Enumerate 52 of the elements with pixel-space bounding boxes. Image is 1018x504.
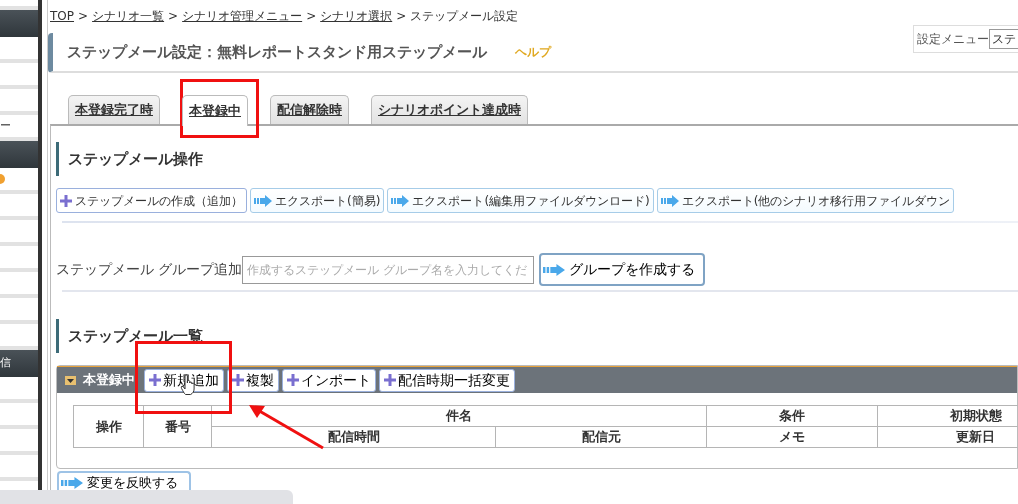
export-button[interactable]: エクスポート(簡易) [250,188,385,213]
column-header: 初期状態 [877,405,1018,427]
plus-icon [232,374,244,386]
tab[interactable]: 本登録完了時 [68,95,160,124]
sidebar-item-text: ー [0,117,11,134]
column-header: 操作 [73,405,144,448]
settings-menu-select[interactable]: ステ [989,29,1018,49]
plus-icon [149,374,161,386]
import-button[interactable]: インポート [282,368,376,392]
create-group-button[interactable]: グループを作成する [539,253,706,286]
breadcrumb-separator: > [168,9,179,23]
plus-icon [60,194,72,207]
group-name-field[interactable]: 作成するステップメール グループ名を入力してくだ [242,255,535,284]
tab[interactable]: 配信解除時 [270,95,349,124]
breadcrumb-separator: > [396,9,407,23]
column-header: 件名 [211,405,707,427]
breadcrumb-separator: > [306,9,317,23]
column-header: 番号 [143,405,212,448]
bulk-change-button[interactable]: 配信時期一括変更 [379,368,515,392]
page-title: ステップメール設定：無料レポートスタンド用ステップメール [67,41,487,63]
settings-menu-label: 設定メニュー [917,31,989,48]
arrow-icon [543,263,566,276]
breadcrumb-link[interactable]: シナリオ選択 [320,9,393,23]
tab[interactable]: 本登録中 [182,95,248,126]
collapse-caret-icon[interactable] [65,375,76,385]
sidebar-header [0,10,38,37]
column-header: 条件 [706,405,878,427]
duplicate-button[interactable]: 複製 [227,368,279,392]
arrow-icon [61,476,83,489]
create-button[interactable]: ステップメールの作成（追加） [56,188,247,213]
breadcrumb-current: ステップメール設定 [410,9,519,23]
breadcrumb-link[interactable]: TOP [50,9,74,23]
sidebar-header [0,141,38,168]
apply-changes-button[interactable]: 変更を反映する [57,471,191,492]
breadcrumb-link[interactable]: シナリオ一覧 [92,9,165,23]
export-button[interactable]: エクスポート(編集用ファイルダウンロード) [387,188,654,213]
sidebar-header-text: 信 [0,355,11,372]
column-header: 配信元 [495,426,707,448]
plus-icon [384,374,396,386]
breadcrumb-separator: > [78,9,89,23]
arrow-icon [391,194,410,207]
group-name: 本登録中 [83,371,136,390]
export-button[interactable]: エクスポート(他のシナリオ移行用ファイルダウン [656,188,955,213]
column-header: 配信時間 [211,426,496,448]
arrow-icon [660,194,679,207]
arrow-icon [254,194,272,207]
plus-icon [287,374,299,386]
section-heading: ステップメール操作 [56,142,1018,176]
tab[interactable]: シナリオポイント達成時 [371,95,528,124]
breadcrumb-link[interactable]: シナリオ管理メニュー [182,9,303,23]
group-add-label: ステップメール グループ追加 [56,260,243,280]
column-header: メモ [706,426,878,448]
